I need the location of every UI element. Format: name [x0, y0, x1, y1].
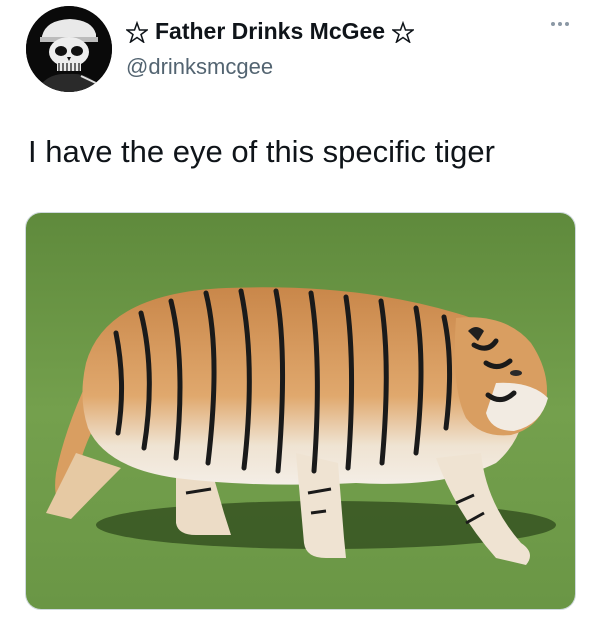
tweet-text: I have the eye of this specific tiger	[28, 134, 495, 169]
pentagram-icon	[126, 20, 148, 43]
tweet-media-image[interactable]	[25, 212, 576, 610]
display-name[interactable]: Father Drinks McGee	[155, 18, 385, 45]
user-handle[interactable]: @drinksmcgee	[126, 54, 273, 80]
avatar[interactable]	[26, 6, 112, 92]
pentagram-icon	[392, 20, 415, 43]
skull-avatar-icon	[26, 6, 112, 92]
tiger-photo	[26, 213, 575, 609]
ellipsis-icon[interactable]	[551, 22, 569, 26]
display-name-row[interactable]: Father Drinks McGee	[126, 18, 415, 45]
